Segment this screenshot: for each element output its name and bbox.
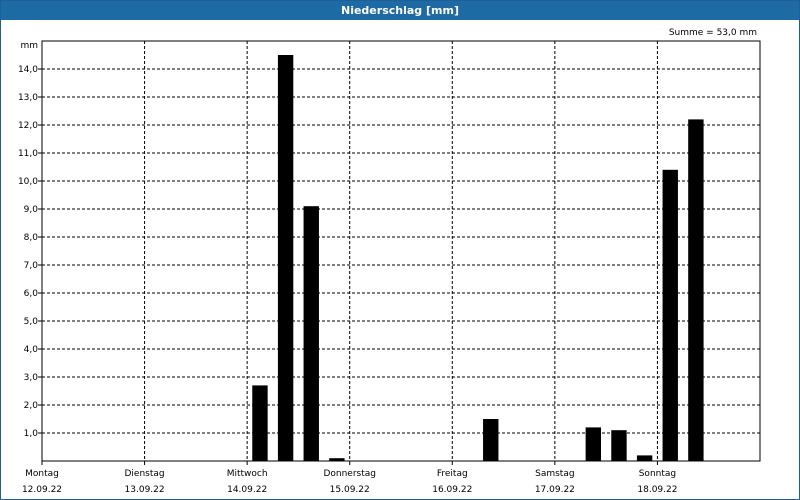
x-day-label: Montag: [25, 469, 59, 479]
y-tick-label: 7,0: [24, 261, 39, 271]
y-tick-label: 12,0: [18, 121, 38, 131]
bar: [611, 430, 627, 461]
x-date-label: 16.09.22: [432, 485, 472, 495]
x-date-label: 17.09.22: [535, 485, 575, 495]
y-tick-label: 6,0: [24, 289, 39, 299]
chart-window: Niederschlag [mm] Summe = 53,0 mm 1,0 2,0 3…: [0, 0, 800, 500]
bar: [483, 419, 499, 461]
y-tick-label: 1,0: [24, 429, 39, 439]
y-tick-label: 8,0: [24, 233, 39, 243]
y-tick-label: 3,0: [24, 373, 39, 383]
precipitation-chart: Summe = 53,0 mm 1,0 2,0 3,0 4,0 5,0 6,0 7,0 8,0 9…: [18, 28, 761, 495]
y-tick-label: 5,0: [24, 317, 39, 327]
x-day-label: Dienstag: [125, 469, 165, 479]
x-day-label: Freitag: [437, 469, 468, 479]
y-tick-label: 4,0: [24, 345, 39, 355]
y-tick-label: 2,0: [24, 401, 39, 411]
x-day-label: Donnerstag: [323, 469, 376, 479]
y-tick-label: 11,0: [18, 149, 38, 159]
x-date-label: 12.09.22: [22, 485, 62, 495]
x-day-label: Mittwoch: [227, 469, 268, 479]
bar: [688, 119, 704, 462]
sum-label: Summe = 53,0 mm: [669, 28, 757, 38]
bar: [252, 385, 268, 461]
bar: [277, 55, 294, 461]
x-date-label: 14.09.22: [227, 485, 267, 495]
bar: [662, 169, 678, 462]
bar: [585, 427, 602, 461]
x-date-label: 15.09.22: [330, 485, 370, 495]
x-day-label: Sonntag: [639, 469, 676, 479]
x-date-label: 13.09.22: [125, 485, 165, 495]
y-tick-label: 9,0: [24, 205, 39, 215]
x-date-label: 18.09.22: [637, 485, 677, 495]
y-tick-label: 13,0: [18, 93, 38, 103]
y-tick-label: 14,0: [18, 65, 38, 75]
plot-frame: [41, 40, 761, 462]
x-day-label: Samstag: [535, 469, 574, 479]
y-tick-label: 10,0: [18, 177, 38, 187]
bar: [636, 455, 653, 461]
bar: [303, 206, 319, 461]
y-axis-unit: mm: [20, 41, 38, 51]
